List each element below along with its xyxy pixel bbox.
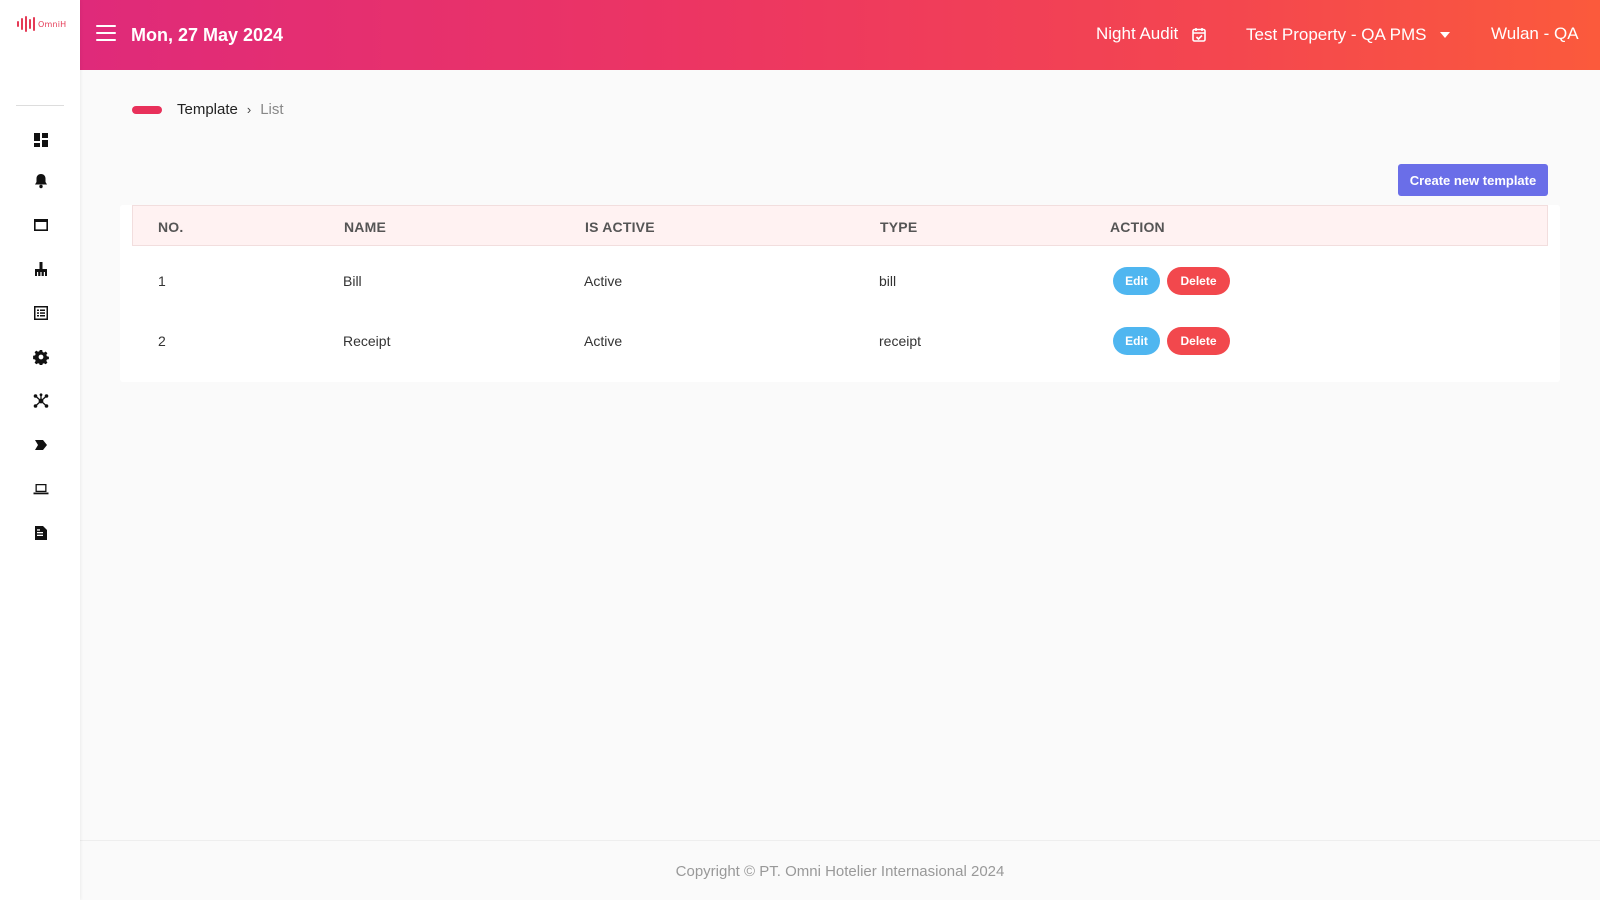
header-date: Mon, 27 May 2024: [131, 25, 284, 45]
column-header-type: TYPE: [880, 219, 918, 235]
cell-type: receipt: [879, 333, 922, 349]
sidebar-item-reports[interactable]: [30, 302, 52, 324]
laptop-icon: [33, 484, 49, 495]
cell-no: 1: [158, 273, 166, 289]
sidebar-item-devices[interactable]: [30, 478, 52, 500]
sidebar-divider: [16, 105, 64, 106]
window-icon: [34, 219, 48, 231]
column-header-no: NO.: [158, 219, 184, 235]
document-icon: [35, 526, 47, 540]
night-audit-button[interactable]: Night Audit: [1096, 24, 1207, 44]
night-audit-label: Night Audit: [1096, 24, 1179, 43]
list-icon: [34, 306, 48, 320]
logo-mark-icon: [17, 16, 35, 32]
cell-is-active: Active: [584, 333, 623, 349]
footer: Copyright © PT. Omni Hotelier Internasio…: [80, 840, 1600, 900]
logo-text: OmniH: [38, 19, 67, 29]
sidebar-item-integrations[interactable]: [30, 390, 52, 412]
property-label: Test Property - QA PMS: [1246, 25, 1427, 44]
cell-no: 2: [158, 333, 166, 349]
delete-button[interactable]: Delete: [1167, 327, 1230, 355]
gear-icon: [33, 350, 49, 365]
cell-type: bill: [879, 273, 897, 289]
table-row: 2 Receipt Active receipt Edit Delete: [132, 312, 1548, 371]
column-header-name: NAME: [344, 219, 387, 235]
breadcrumb: Template › List: [132, 101, 284, 118]
edit-button[interactable]: Edit: [1113, 267, 1160, 295]
cell-name: Bill: [343, 273, 362, 289]
column-header-is-active: IS ACTIVE: [585, 219, 655, 235]
breadcrumb-accent: [132, 105, 162, 114]
column-header-action: ACTION: [1110, 219, 1165, 235]
create-template-button[interactable]: Create new template: [1398, 164, 1548, 196]
calendar-check-icon: [1192, 27, 1207, 42]
copyright-text: Copyright © PT. Omni Hotelier Internasio…: [675, 863, 1005, 880]
edit-button[interactable]: Edit: [1113, 327, 1160, 355]
cell-name: Receipt: [343, 333, 391, 349]
bell-icon: [35, 174, 47, 189]
table-row: 1 Bill Active bill Edit Delete: [132, 252, 1548, 311]
sidebar-item-channel[interactable]: [30, 434, 52, 456]
menu-toggle-icon[interactable]: [96, 25, 116, 41]
cleaning-icon: [35, 262, 47, 276]
sidebar-item-dashboard[interactable]: [30, 129, 52, 151]
delete-button[interactable]: Delete: [1167, 267, 1230, 295]
sidebar: OmniH: [0, 0, 80, 900]
table-header: NO. NAME IS ACTIVE TYPE ACTION: [132, 205, 1548, 246]
chevron-right-icon: ›: [246, 102, 252, 117]
sidebar-item-templates[interactable]: [30, 522, 52, 544]
template-table-card: NO. NAME IS ACTIVE TYPE ACTION 1 Bill Ac…: [120, 205, 1560, 382]
property-selector[interactable]: Test Property - QA PMS: [1246, 25, 1451, 45]
user-menu[interactable]: Wulan - QA: [1491, 24, 1579, 44]
cell-is-active: Active: [584, 273, 623, 289]
breadcrumb-current: List: [260, 101, 284, 118]
sidebar-item-settings[interactable]: [30, 346, 52, 368]
top-header: Mon, 27 May 2024 Night Audit Test Proper…: [80, 0, 1600, 70]
sidebar-item-housekeeping[interactable]: [30, 258, 52, 280]
breadcrumb-template[interactable]: Template: [177, 101, 238, 118]
sidebar-item-notifications[interactable]: [30, 170, 52, 192]
dashboard-icon: [34, 133, 48, 147]
chevron-down-icon: [1440, 32, 1451, 38]
omnih-logo[interactable]: OmniH: [17, 16, 66, 32]
network-icon: [33, 393, 49, 408]
arrow-tag-icon: [35, 440, 47, 450]
sidebar-item-window[interactable]: [30, 214, 52, 236]
